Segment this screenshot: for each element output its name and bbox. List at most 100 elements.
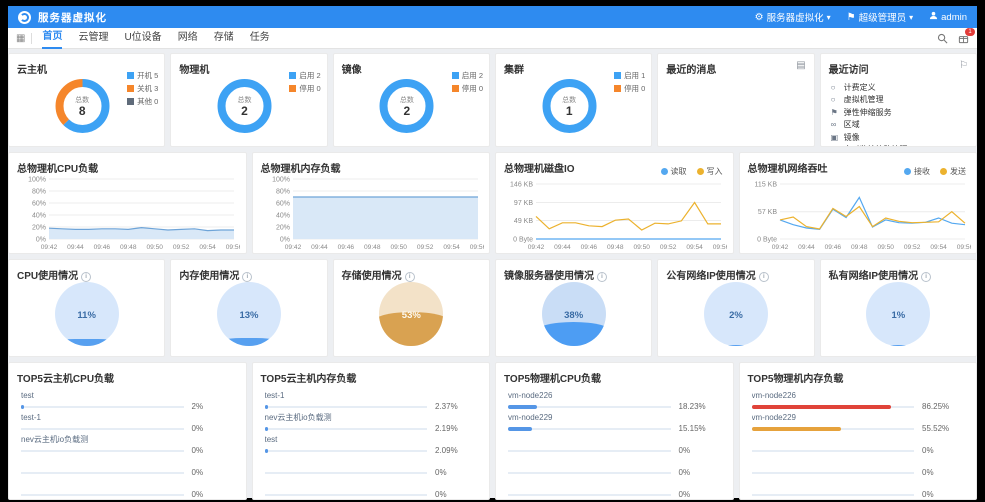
svg-text:09:48: 09:48 — [607, 244, 624, 250]
bar-label: test — [265, 435, 478, 444]
info-icon[interactable]: i — [405, 272, 415, 282]
recent-visit-link[interactable]: ○计费定义 — [831, 81, 966, 94]
pin-icon[interactable]: ⚐ — [959, 60, 968, 71]
bar-track — [21, 450, 184, 452]
info-icon[interactable]: i — [921, 272, 931, 282]
svg-text:09:52: 09:52 — [660, 244, 677, 250]
tab-home[interactable]: 首页 — [42, 27, 62, 49]
svg-text:09:56: 09:56 — [226, 244, 240, 250]
card-title: TOP5物理机CPU负载 — [496, 363, 733, 385]
svg-text:0 Byte: 0 Byte — [757, 237, 777, 244]
legend-item[interactable]: 其他 0 — [127, 96, 158, 107]
recent-visit-link[interactable]: ⊙实时监控策略管理 — [831, 144, 966, 148]
svg-text:100%: 100% — [272, 177, 290, 184]
role-dropdown[interactable]: ⚑ 超级管理员 ▾ — [847, 10, 914, 24]
tab-tasks[interactable]: 任务 — [250, 28, 270, 48]
svg-text:09:46: 09:46 — [94, 244, 111, 250]
svg-text:40%: 40% — [32, 213, 46, 220]
bar-track — [752, 494, 915, 496]
info-icon[interactable]: i — [759, 272, 769, 282]
item-icon: ⚑ — [831, 108, 840, 117]
svg-text:09:54: 09:54 — [930, 244, 947, 250]
tab-u-devices[interactable]: U位设备 — [124, 28, 161, 48]
legend-item[interactable]: 写入 — [697, 166, 723, 177]
notifications-icon[interactable]: 1 — [958, 33, 969, 44]
svg-text:09:44: 09:44 — [554, 244, 571, 250]
search-icon[interactable] — [937, 33, 948, 44]
top5-bar-row: vm-node226 86.25% — [752, 391, 965, 413]
legend-item[interactable]: 读取 — [661, 166, 687, 177]
top5-bar-row: 0% — [265, 479, 478, 500]
apps-grid-icon[interactable]: ▦ — [16, 33, 25, 44]
bar-track — [508, 406, 671, 408]
legend-item[interactable]: 停用 0 — [289, 83, 320, 94]
svg-text:09:44: 09:44 — [67, 244, 84, 250]
bar-track — [265, 428, 428, 430]
tab-storage[interactable]: 存储 — [214, 28, 234, 48]
recent-visit-link[interactable]: ○虚拟机管理 — [831, 94, 966, 107]
svg-text:09:46: 09:46 — [824, 244, 841, 250]
bar-label — [21, 457, 234, 466]
tab-cloud-management[interactable]: 云管理 — [78, 28, 108, 48]
bar-label — [752, 479, 965, 488]
recent-visit-link[interactable]: ▣镜像 — [831, 131, 966, 144]
svg-text:09:48: 09:48 — [364, 244, 381, 250]
donut-legend: 启用 2 停用 0 — [452, 70, 483, 96]
card-title: 最近的消息 — [658, 54, 813, 76]
info-icon[interactable]: i — [242, 272, 252, 282]
bar-label — [508, 457, 721, 466]
card-cpu-usage-gauge: CPU使用情况i 11% — [8, 259, 165, 357]
user-menu[interactable]: admin — [929, 11, 967, 23]
bar-track — [21, 494, 184, 496]
top5-bar-row: vm-node229 55.52% — [752, 413, 965, 435]
message-list-icon[interactable]: ▤ — [796, 60, 805, 71]
svg-text:09:44: 09:44 — [311, 244, 328, 250]
card-title: CPU使用情况 — [17, 271, 78, 282]
bar-value: 0% — [679, 446, 721, 455]
legend-item[interactable]: 开机 5 — [127, 70, 158, 81]
app-window: 服务器虚拟化 ⚙ 服务器虚拟化 ▾ ⚑ 超级管理员 ▾ admin ▦ 首页 云… — [8, 6, 977, 498]
donut-legend: 启用 2 停用 0 — [289, 70, 320, 96]
chart-title: 总物理机内存负载 — [253, 153, 490, 175]
bar-track — [21, 428, 184, 430]
product-switcher-dropdown[interactable]: ⚙ 服务器虚拟化 ▾ — [755, 10, 831, 24]
total-value: 1 — [566, 105, 573, 117]
bar-label — [21, 479, 234, 488]
legend-item[interactable]: 启用 1 — [614, 70, 645, 81]
svg-text:20%: 20% — [32, 225, 46, 232]
card-title: 内存使用情况 — [179, 271, 239, 282]
bar-track — [21, 472, 184, 474]
notification-badge: 1 — [965, 28, 975, 36]
info-icon[interactable]: i — [597, 272, 607, 282]
bar-value: 0% — [192, 446, 234, 455]
bar-fill — [752, 427, 841, 431]
chevron-down-icon: ▾ — [827, 13, 831, 22]
svg-text:57 KB: 57 KB — [757, 209, 776, 216]
svg-text:20%: 20% — [275, 225, 289, 232]
card-top5-3: TOP5物理机内存负载 vm-node226 86.25% vm-node229… — [739, 362, 978, 500]
legend-item[interactable]: 停用 0 — [452, 83, 483, 94]
legend-item[interactable]: 停用 0 — [614, 83, 645, 94]
bar-label: test-1 — [21, 413, 234, 422]
bar-track — [508, 428, 671, 430]
bar-value: 0% — [922, 468, 964, 477]
legend-item[interactable]: 接收 — [904, 166, 930, 177]
recent-visit-link[interactable]: ∞区域 — [831, 119, 966, 132]
menu-bar: ▦ 首页 云管理 U位设备 网络 存储 任务 1 — [8, 28, 977, 49]
legend-item[interactable]: 关机 3 — [127, 83, 158, 94]
legend-item[interactable]: 启用 2 — [452, 70, 483, 81]
card-cpu-load-chart: 总物理机CPU负载 0%20%40%60%80%100%09:4209:4409… — [8, 152, 247, 254]
legend-item[interactable]: 发送 — [940, 166, 966, 177]
flag-icon: ⚑ — [847, 12, 856, 23]
top5-bar-row: 0% — [508, 457, 721, 479]
recent-visit-link[interactable]: ⚑弹性伸缩服务 — [831, 106, 966, 119]
bar-value: 0% — [922, 446, 964, 455]
legend-item[interactable]: 启用 2 — [289, 70, 320, 81]
donut-legend: 开机 5 关机 3 其他 0 — [127, 70, 158, 109]
svg-text:0%: 0% — [36, 237, 46, 244]
tab-network[interactable]: 网络 — [178, 28, 198, 48]
svg-text:146 KB: 146 KB — [510, 182, 533, 189]
info-icon[interactable]: i — [81, 272, 91, 282]
user-icon — [929, 11, 938, 23]
bar-fill — [752, 405, 892, 409]
